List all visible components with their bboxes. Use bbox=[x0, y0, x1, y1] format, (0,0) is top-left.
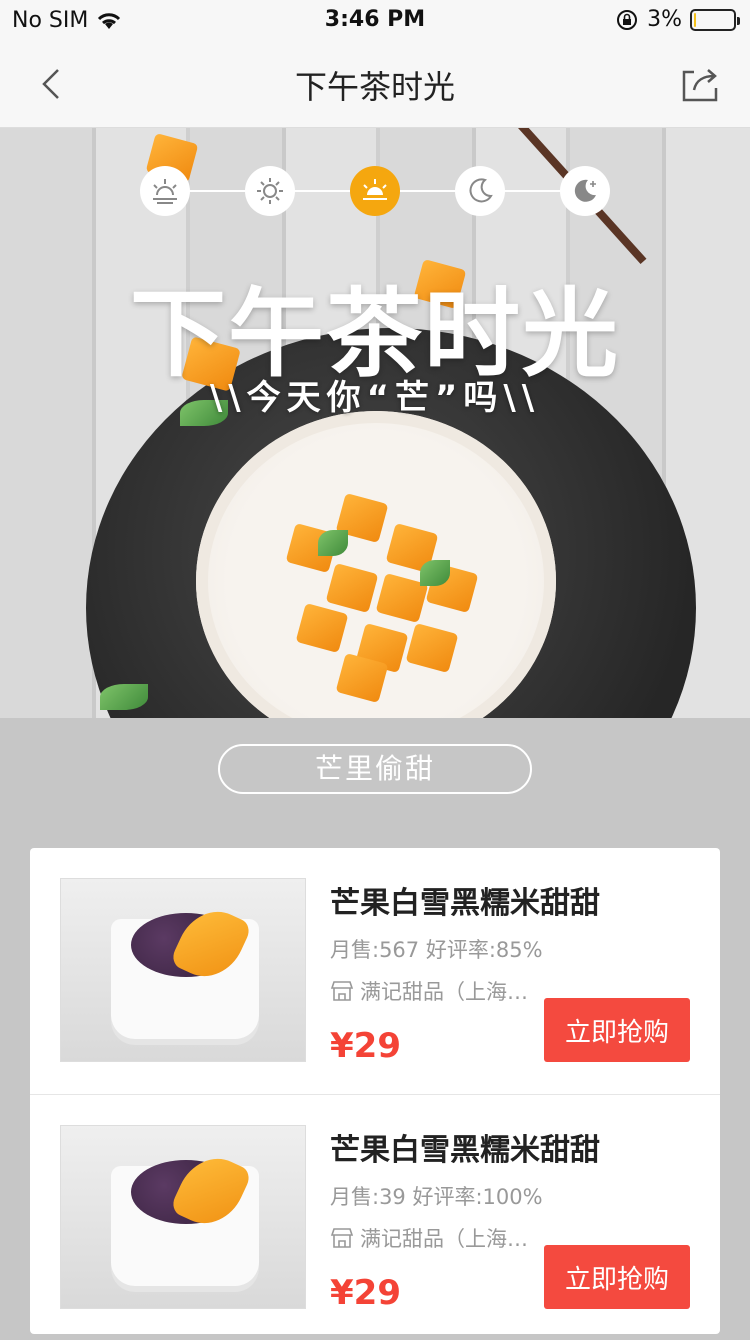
list-item[interactable]: 芒果白雪黑糯米甜甜 月售:567 好评率:85% 满记甜品（上海… ¥29 立即… bbox=[30, 848, 720, 1094]
product-list: 芒果白雪黑糯米甜甜 月售:567 好评率:85% 满记甜品（上海… ¥29 立即… bbox=[30, 848, 720, 1334]
battery-fill bbox=[694, 12, 696, 27]
product-image[interactable] bbox=[60, 878, 306, 1062]
product-name: 芒果白雪黑糯米甜甜 bbox=[330, 1133, 600, 1168]
rotation-lock-icon bbox=[617, 9, 638, 30]
mint-leaf bbox=[318, 530, 348, 556]
shop-row: 满记甜品（上海… bbox=[330, 976, 528, 1006]
navigation-bar: 下午茶时光 bbox=[0, 40, 750, 128]
battery-icon bbox=[690, 8, 740, 31]
sunrise-icon bbox=[153, 179, 177, 204]
hero-banner: 下午茶时光 \\今天你“芒”吗\\ bbox=[0, 128, 750, 718]
shop-name: 满记甜品（上海… bbox=[360, 980, 528, 1004]
product-image[interactable] bbox=[60, 1125, 306, 1309]
store-icon bbox=[330, 1228, 354, 1248]
product-sales: 月售:567 好评率:85% bbox=[330, 938, 543, 962]
timeline-evening[interactable] bbox=[455, 166, 505, 216]
timeline-noon[interactable] bbox=[245, 166, 295, 216]
sunset-icon bbox=[363, 179, 387, 200]
buy-now-button[interactable]: 立即抢购 bbox=[544, 1245, 690, 1309]
status-bar: No SIM 3:46 PM 3% bbox=[0, 0, 750, 40]
timeline-night[interactable] bbox=[560, 166, 610, 216]
buy-now-button[interactable]: 立即抢购 bbox=[544, 998, 690, 1062]
product-name: 芒果白雪黑糯米甜甜 bbox=[330, 886, 600, 921]
timeline-sunrise[interactable] bbox=[140, 166, 190, 216]
page-title: 下午茶时光 bbox=[294, 68, 455, 106]
sun-icon bbox=[257, 178, 283, 204]
moon-icon bbox=[469, 178, 493, 203]
store-icon bbox=[330, 981, 354, 1001]
night-moon-icon bbox=[574, 179, 596, 202]
product-price: ¥29 bbox=[330, 1026, 401, 1066]
shop-name: 满记甜品（上海… bbox=[360, 1227, 528, 1251]
mint-leaf bbox=[100, 684, 148, 710]
share-icon[interactable] bbox=[680, 64, 720, 104]
section-title: 芒里偷甜 bbox=[218, 744, 532, 794]
hero-subtitle: \\今天你“芒”吗\\ bbox=[209, 378, 541, 418]
list-item[interactable]: 芒果白雪黑糯米甜甜 月售:39 好评率:100% 满记甜品（上海… ¥29 立即… bbox=[30, 1094, 720, 1340]
time-of-day-timeline bbox=[140, 166, 610, 216]
battery-percent: 3% bbox=[647, 7, 682, 32]
product-sales: 月售:39 好评率:100% bbox=[330, 1185, 543, 1209]
mint-leaf bbox=[420, 560, 450, 586]
product-price: ¥29 bbox=[330, 1273, 401, 1313]
shop-row: 满记甜品（上海… bbox=[330, 1223, 528, 1253]
timeline-afternoon[interactable] bbox=[350, 166, 400, 216]
